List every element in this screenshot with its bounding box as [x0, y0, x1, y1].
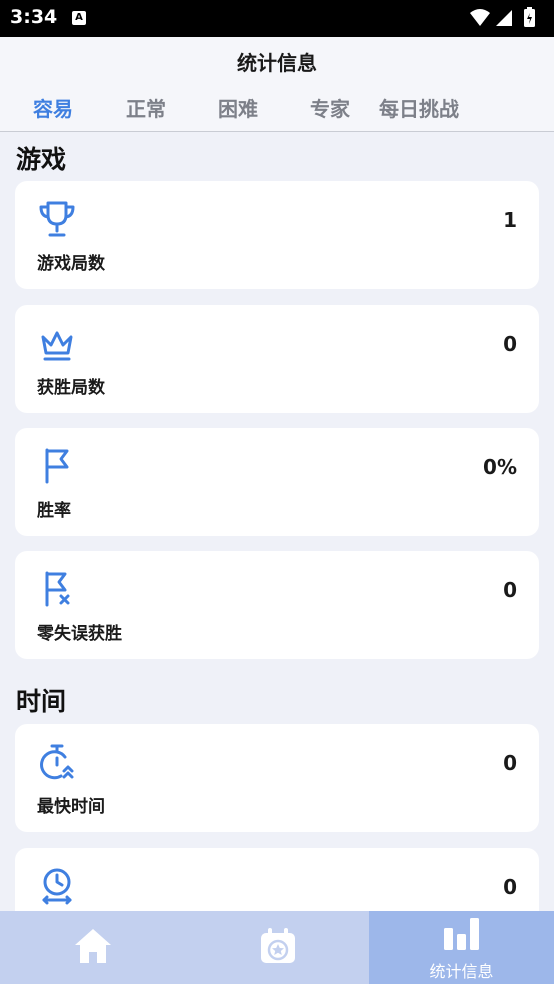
tab-daily-challenge[interactable]: 每日挑战	[379, 93, 459, 122]
section-title-game: 游戏	[16, 145, 67, 174]
section-title-time: 时间	[16, 687, 67, 716]
status-time: 3:34	[10, 6, 58, 28]
stat-label: 零失误获胜	[37, 624, 122, 644]
stat-value: 1	[503, 208, 517, 232]
tab-hard[interactable]: 困难	[218, 93, 258, 122]
tab-expert[interactable]: 专家	[310, 93, 350, 122]
trophy-icon	[39, 201, 75, 237]
nav-item-home[interactable]	[0, 911, 185, 984]
stat-label: 最快时间	[37, 797, 105, 817]
page-title: 统计信息	[237, 51, 317, 75]
tab-easy[interactable]: 容易	[33, 93, 73, 122]
stat-label: 游戏局数	[37, 254, 105, 274]
stat-card-fastest-time: 最快时间 0	[15, 724, 539, 832]
wifi-icon	[470, 9, 490, 26]
stat-card-games-won: 获胜局数 0	[15, 305, 539, 413]
timer-fast-icon	[40, 744, 74, 780]
notification-icon: A	[72, 11, 86, 25]
stat-card-games-played: 游戏局数 1	[15, 181, 539, 289]
bar-chart-icon	[443, 918, 479, 950]
calendar-star-icon	[260, 928, 295, 963]
stat-card-no-mistake-wins: 零失误获胜 0	[15, 551, 539, 659]
flag-x-icon	[45, 571, 70, 607]
stat-value: 0	[503, 751, 517, 775]
nav-item-daily[interactable]	[185, 911, 370, 984]
nav-item-statistics[interactable]: 统计信息	[369, 911, 554, 984]
system-icons	[470, 7, 535, 27]
stat-value: 0	[503, 578, 517, 602]
stat-value: 0	[503, 875, 517, 899]
stat-card-win-rate: 胜率 0%	[15, 428, 539, 536]
clock-average-icon	[42, 868, 72, 905]
signal-icon	[496, 10, 512, 26]
stat-label: 胜率	[37, 501, 71, 521]
nav-label: 统计信息	[429, 962, 494, 981]
stat-value: 0%	[483, 455, 517, 479]
home-icon	[74, 929, 111, 963]
stat-value: 0	[503, 332, 517, 356]
bottom-nav: 统计信息	[0, 911, 554, 984]
crown-icon	[41, 331, 73, 361]
flag-icon	[45, 448, 69, 484]
header: 统计信息 容易 正常 困难 专家 每日挑战	[0, 37, 554, 132]
tab-normal[interactable]: 正常	[126, 93, 166, 122]
status-bar: 3:34 A	[0, 0, 554, 37]
stat-label: 获胜局数	[37, 378, 105, 398]
